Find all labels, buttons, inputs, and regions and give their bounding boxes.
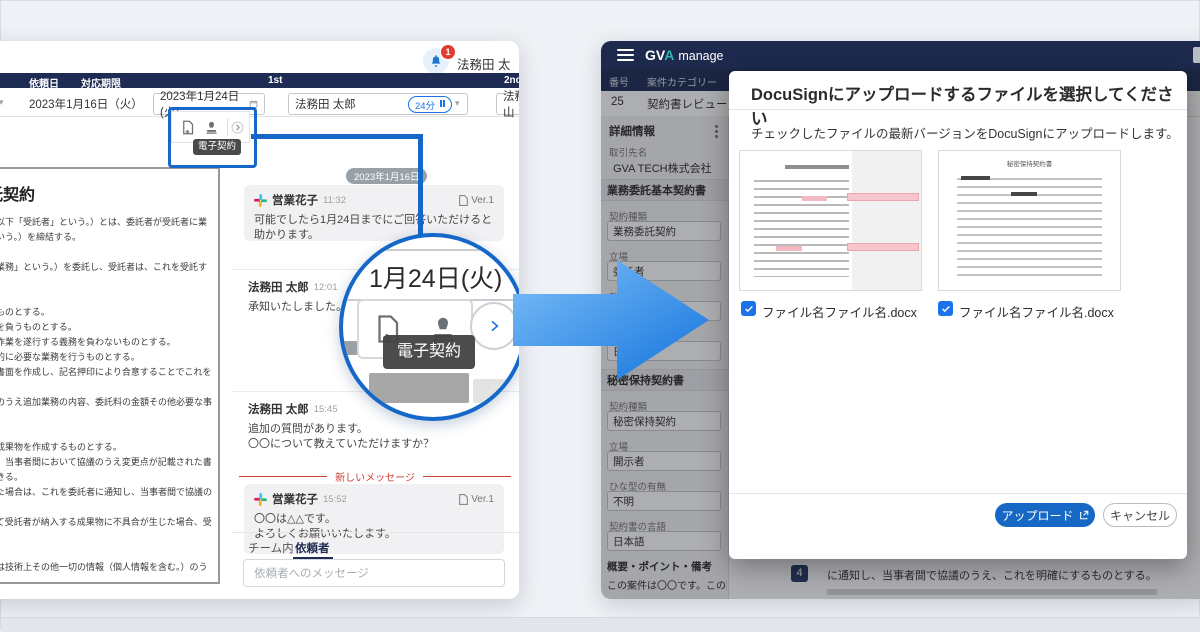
divider xyxy=(729,109,1187,110)
version-badge[interactable]: Ver.1 xyxy=(459,493,494,505)
chevron-down-icon[interactable]: ▾ xyxy=(0,97,4,108)
workflow-arrow xyxy=(513,260,709,380)
chevron-right-button[interactable] xyxy=(470,302,518,350)
comment-box xyxy=(846,243,919,251)
callout-connector-vertical xyxy=(418,134,423,244)
magnified-ui-fragment xyxy=(369,373,469,403)
input-placeholder: 依頼者へのメッセージ xyxy=(254,568,369,580)
tracked-change-highlight xyxy=(776,246,802,251)
message-time: 11:32 xyxy=(323,194,347,206)
e-sign-tooltip: 電子契約 xyxy=(193,139,241,155)
message-body: 追加の質問があります。 〇〇について教えていただけますか？ xyxy=(248,423,435,450)
app-logo: GVA manage xyxy=(645,47,724,63)
divider xyxy=(729,493,1187,494)
check-icon xyxy=(941,305,950,312)
tracked-change-highlight xyxy=(801,196,827,201)
pause-icon[interactable] xyxy=(438,99,446,110)
version-badge[interactable]: Ver.1 xyxy=(459,194,494,206)
magnified-ui-fragment xyxy=(343,341,359,355)
canvas: 1 法務田 太郎 依頼日 対応期限 1st 2nd ▾ 2023年1月16日（火… xyxy=(0,0,1200,632)
doc-text-lines xyxy=(957,175,1102,281)
contract-body-text: （以下「受託者」という。）とは、委託者が受託者に業 という。）を締結する。 託業… xyxy=(0,217,213,572)
slack-icon xyxy=(254,492,267,506)
request-date-value: 2023年1月16日（火） xyxy=(29,99,143,111)
check-icon xyxy=(744,305,753,312)
highlight-rectangle xyxy=(168,107,257,168)
comment-box xyxy=(846,193,919,201)
chat-message: 営業花子 11:32 Ver.1 可能でしたら1月24日までにご回答いただけると… xyxy=(244,185,504,241)
notification-count-badge: 1 xyxy=(440,44,456,60)
new-message-divider: 新しいメッセージ xyxy=(239,469,511,484)
message-time: 12:01 xyxy=(313,281,338,293)
task-table-header: 依頼日 対応期限 1st 2nd xyxy=(0,73,519,90)
file-thumbnail-outsourcing-contract[interactable] xyxy=(739,150,922,291)
modal-title: DocuSignにアップロードするファイルを選択してください xyxy=(751,86,1174,128)
document-icon xyxy=(459,493,469,505)
sender-name: 営業花子 xyxy=(272,494,318,506)
header-cut-element xyxy=(1193,47,1200,63)
sender-name: 法務田 太郎 xyxy=(248,404,309,416)
cancel-button[interactable]: キャンセル xyxy=(1103,503,1177,527)
col-1st: 1st xyxy=(268,75,283,86)
contract-document-preview[interactable]: 託契約 （以下「受託者」という。）とは、委託者が受託者に業 という。）を締結する… xyxy=(0,167,220,584)
magnifier-callout: 1月24日(火) 電子契約 xyxy=(339,233,519,421)
file-name: ファイル名ファイル名.docx xyxy=(959,306,1114,320)
comment-margin xyxy=(852,151,921,290)
docusign-upload-modal: DocuSignにアップロードするファイルを選択してください チェックしたファイ… xyxy=(729,71,1187,559)
doc-title-bar xyxy=(785,165,849,169)
chevron-right-icon xyxy=(491,320,499,332)
callout-connector-horizontal xyxy=(251,134,423,139)
sender-name: 営業花子 xyxy=(272,195,318,207)
file-thumbnail-nda[interactable]: 秘密保持契約書 xyxy=(938,150,1121,291)
message-time: 15:52 xyxy=(323,493,347,505)
requester-message-input[interactable]: 依頼者へのメッセージ xyxy=(243,559,505,587)
tab-team[interactable]: チーム内 xyxy=(248,540,294,556)
magnified-due-date: 1月24日(火) xyxy=(369,265,503,293)
file-name: ファイル名ファイル名.docx xyxy=(762,306,917,320)
message-time: 15:45 xyxy=(313,403,338,415)
task-table-row: ▾ 2023年1月16日（火） 2023年1月24日(火) 法務田 太郎 24分… xyxy=(0,88,519,119)
doc-text-lines xyxy=(754,177,849,277)
slack-icon xyxy=(254,193,267,207)
file-checkbox[interactable] xyxy=(938,301,953,316)
tab-requester[interactable]: 依頼者 xyxy=(295,540,330,556)
chat-date-badge: 2023年1月16日 xyxy=(346,168,428,184)
col-2nd: 2nd xyxy=(504,75,519,86)
menu-icon[interactable] xyxy=(617,49,634,61)
upload-button[interactable]: アップロード xyxy=(995,503,1095,527)
e-sign-tooltip-magnified: 電子契約 xyxy=(383,335,475,369)
sender-name: 法務田 太郎 xyxy=(248,282,309,294)
nda-doc-title: 秘密保持契約書 xyxy=(1006,161,1053,168)
contract-title: 託契約 xyxy=(0,187,36,204)
document-icon xyxy=(459,194,469,206)
chat-tabs: チーム内 依頼者 xyxy=(231,532,519,560)
redaction-mark xyxy=(960,176,990,180)
chevron-down-icon[interactable]: ▾ xyxy=(455,98,460,109)
file-checkbox[interactable] xyxy=(741,301,756,316)
timer-badge[interactable]: 24分 xyxy=(408,96,453,113)
second-assignee-select[interactable]: 法務山 xyxy=(496,91,519,119)
modal-subtitle: チェックしたファイルの最新バージョンをDocuSignにアップロードします。 xyxy=(751,127,1179,141)
app-header: GVA manage xyxy=(601,41,1200,69)
contract-review-window: 1 法務田 太郎 依頼日 対応期限 1st 2nd ▾ 2023年1月16日（火… xyxy=(0,41,519,599)
redaction-mark xyxy=(1011,192,1037,196)
external-link-icon xyxy=(1079,510,1088,520)
